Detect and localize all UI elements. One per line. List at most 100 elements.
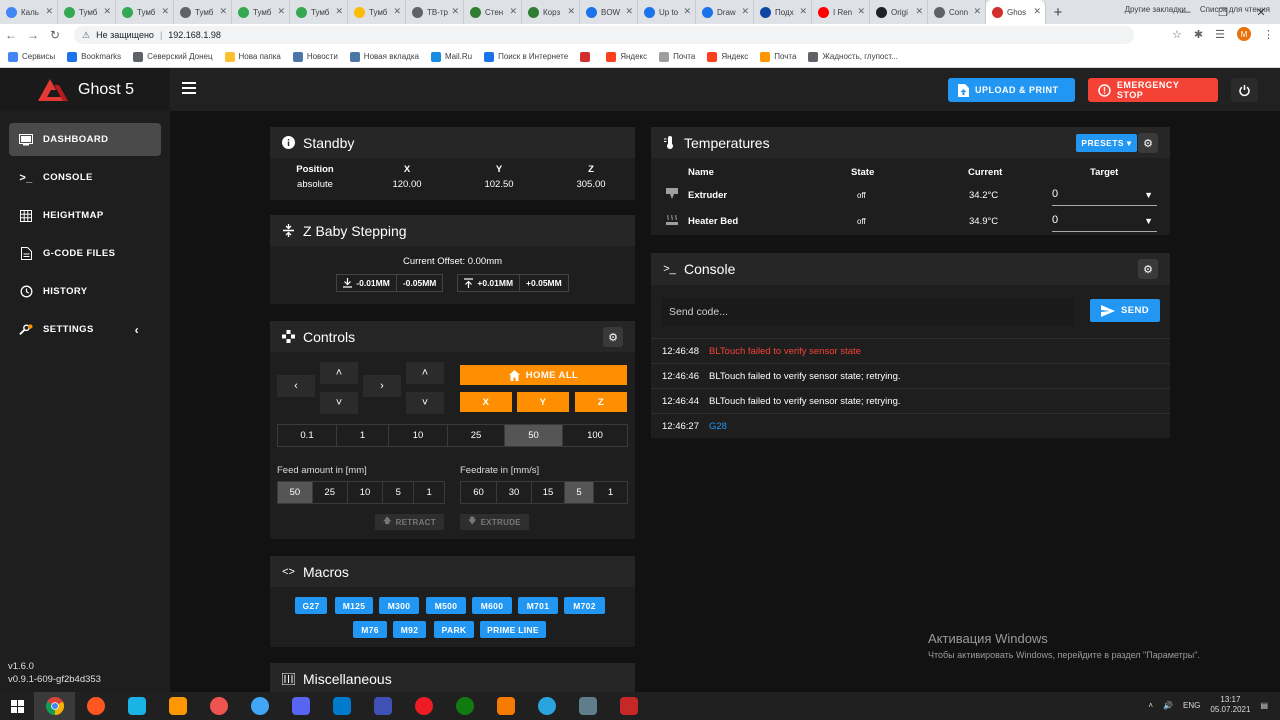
controls-settings-gear-icon[interactable]: ⚙	[603, 327, 623, 347]
windows-start-icon[interactable]	[0, 692, 34, 720]
discord-taskbar-icon[interactable]	[280, 692, 321, 720]
babystep-up-large-button[interactable]: +0.05MM	[519, 275, 568, 291]
telegram-taskbar-icon[interactable]	[526, 692, 567, 720]
bookmark-item[interactable]: Почта	[760, 51, 796, 62]
jog-y-minus-button[interactable]: ˅	[320, 392, 358, 414]
upload-print-button[interactable]: UPLOAD & PRINT	[948, 78, 1075, 102]
jog-y-plus-button[interactable]: ˄	[320, 362, 358, 384]
home-all-button[interactable]: HOME ALL	[460, 365, 627, 385]
forward-icon[interactable]: →	[22, 28, 44, 42]
dota-taskbar-icon[interactable]	[608, 692, 649, 720]
keyboard-language[interactable]: ENG	[1183, 701, 1200, 710]
emergency-stop-button[interactable]: EMERGENCY STOP	[1088, 78, 1218, 102]
feedrate-option[interactable]: 30	[497, 482, 532, 503]
tab-close-icon[interactable]: ✕	[567, 6, 575, 17]
fusion-taskbar-icon[interactable]	[485, 692, 526, 720]
bookmark-item[interactable]: Северский Донец	[133, 51, 213, 62]
browser-taskbar-icon[interactable]	[75, 692, 116, 720]
feedrate-option[interactable]: 5	[565, 482, 594, 503]
console-settings-gear-icon[interactable]: ⚙	[1138, 259, 1158, 279]
home-x-button[interactable]: X	[460, 392, 512, 412]
temperatures-settings-gear-icon[interactable]: ⚙	[1138, 133, 1158, 153]
bookmark-item[interactable]: Новая вкладка	[349, 51, 419, 62]
send-code-input[interactable]	[661, 298, 1074, 326]
feed-amount-option[interactable]: 50	[278, 482, 313, 503]
browser-tab[interactable]: Корз ✕	[522, 0, 580, 24]
tab-close-icon[interactable]: ✕	[509, 6, 517, 17]
tab-close-icon[interactable]: ✕	[683, 6, 691, 17]
macro-button[interactable]: PRIME LINE	[480, 621, 546, 638]
send-button[interactable]: SEND	[1090, 299, 1160, 322]
presets-button[interactable]: PRESETS ▾	[1076, 134, 1137, 152]
volume-icon[interactable]: 🔊	[1163, 701, 1173, 710]
browser-tab[interactable]: ТВ-тр ✕	[406, 0, 464, 24]
xbox-taskbar-icon[interactable]	[444, 692, 485, 720]
macro-button[interactable]: M92	[393, 621, 426, 638]
browser-tab[interactable]: Up to ✕	[638, 0, 696, 24]
amd-taskbar-icon[interactable]	[403, 692, 444, 720]
save-taskbar-icon[interactable]	[362, 692, 403, 720]
network-taskbar-icon[interactable]	[567, 692, 608, 720]
jog-x-plus-button[interactable]: ›	[363, 375, 401, 397]
step-size-option[interactable]: 25	[448, 425, 505, 446]
browser-tab[interactable]: Тумб ✕	[348, 0, 406, 24]
step-size-option[interactable]: 10	[389, 425, 448, 446]
step-size-option[interactable]: 0.1	[278, 425, 337, 446]
extrude-button[interactable]: 🡇 EXTRUDE	[460, 514, 529, 530]
macro-button[interactable]: M125	[335, 597, 373, 614]
new-tab-icon[interactable]: +	[1046, 0, 1070, 24]
tab-close-icon[interactable]: ✕	[103, 6, 111, 17]
star-icon[interactable]: ☆	[1172, 28, 1182, 41]
hamburger-menu-icon[interactable]	[182, 82, 196, 97]
browser-tab[interactable]: Каль ✕	[0, 0, 58, 24]
browser-tab[interactable]: Conn ✕	[928, 0, 986, 24]
tab-close-icon[interactable]: ✕	[625, 6, 633, 17]
extensions-icon[interactable]: ✱	[1194, 28, 1203, 41]
tab-close-icon[interactable]: ✕	[451, 6, 459, 17]
home-y-button[interactable]: Y	[517, 392, 569, 412]
tab-close-icon[interactable]: ✕	[393, 6, 401, 17]
macro-button[interactable]: M702	[564, 597, 605, 614]
app-taskbar-icon[interactable]	[198, 692, 239, 720]
tray-chevron-up-icon[interactable]: ˄	[1148, 701, 1153, 710]
sidebar-item-settings[interactable]: SETTINGS ‹	[9, 313, 161, 346]
menu-icon[interactable]: ⋮	[1263, 28, 1274, 41]
browser-tab[interactable]: Draw ✕	[696, 0, 754, 24]
tab-close-icon[interactable]: ✕	[915, 6, 923, 17]
tab-close-icon[interactable]: ✕	[219, 6, 227, 17]
macro-button[interactable]: M76	[353, 621, 387, 638]
browser-tab-active[interactable]: Ghos ✕	[986, 0, 1046, 24]
browser-tab[interactable]: Тумб ✕	[58, 0, 116, 24]
feed-amount-option[interactable]: 10	[348, 482, 384, 503]
temp-target-select[interactable]: 0 ▼	[1052, 188, 1157, 206]
babystep-up-small-button[interactable]: +0.01MM	[458, 275, 519, 291]
jog-x-minus-button[interactable]: ‹	[277, 375, 315, 397]
babystep-down-large-button[interactable]: -0.05MM	[395, 275, 443, 291]
notifications-icon[interactable]: ▤	[1260, 701, 1268, 710]
reading-list[interactable]: Список для чтения	[1200, 5, 1270, 14]
feed-amount-option[interactable]: 1	[414, 482, 444, 503]
tab-close-icon[interactable]: ✕	[973, 6, 981, 17]
bookmark-item[interactable]: Поиск в Интернете	[484, 51, 568, 62]
sidebar-item-dashboard[interactable]: DASHBOARD	[9, 123, 161, 156]
step-size-option[interactable]: 50	[505, 425, 563, 446]
power-button[interactable]	[1231, 78, 1258, 102]
step-size-option[interactable]: 1	[337, 425, 389, 446]
macro-button[interactable]: M600	[472, 597, 512, 614]
feedrate-option[interactable]: 60	[461, 482, 497, 503]
babystep-down-small-button[interactable]: -0.01MM	[337, 275, 396, 291]
tab-close-icon[interactable]: ✕	[1033, 6, 1041, 17]
macro-button[interactable]: PARK	[434, 621, 474, 638]
browser-tab[interactable]: Тумб ✕	[290, 0, 348, 24]
vscode-taskbar-icon[interactable]	[321, 692, 362, 720]
bookmark-item[interactable]: Яндекс	[606, 51, 647, 62]
bookmark-item[interactable]: Mail.Ru	[430, 51, 472, 62]
other-bookmarks[interactable]: Другие закладки	[1125, 5, 1186, 14]
tab-close-icon[interactable]: ✕	[161, 6, 169, 17]
browser-tab[interactable]: Тумб ✕	[232, 0, 290, 24]
tab-close-icon[interactable]: ✕	[857, 6, 865, 17]
feed-amount-option[interactable]: 25	[313, 482, 348, 503]
bookmark-item[interactable]: Почта	[659, 51, 695, 62]
browser-tab[interactable]: Origi ✕	[870, 0, 928, 24]
feedrate-option[interactable]: 1	[594, 482, 627, 503]
